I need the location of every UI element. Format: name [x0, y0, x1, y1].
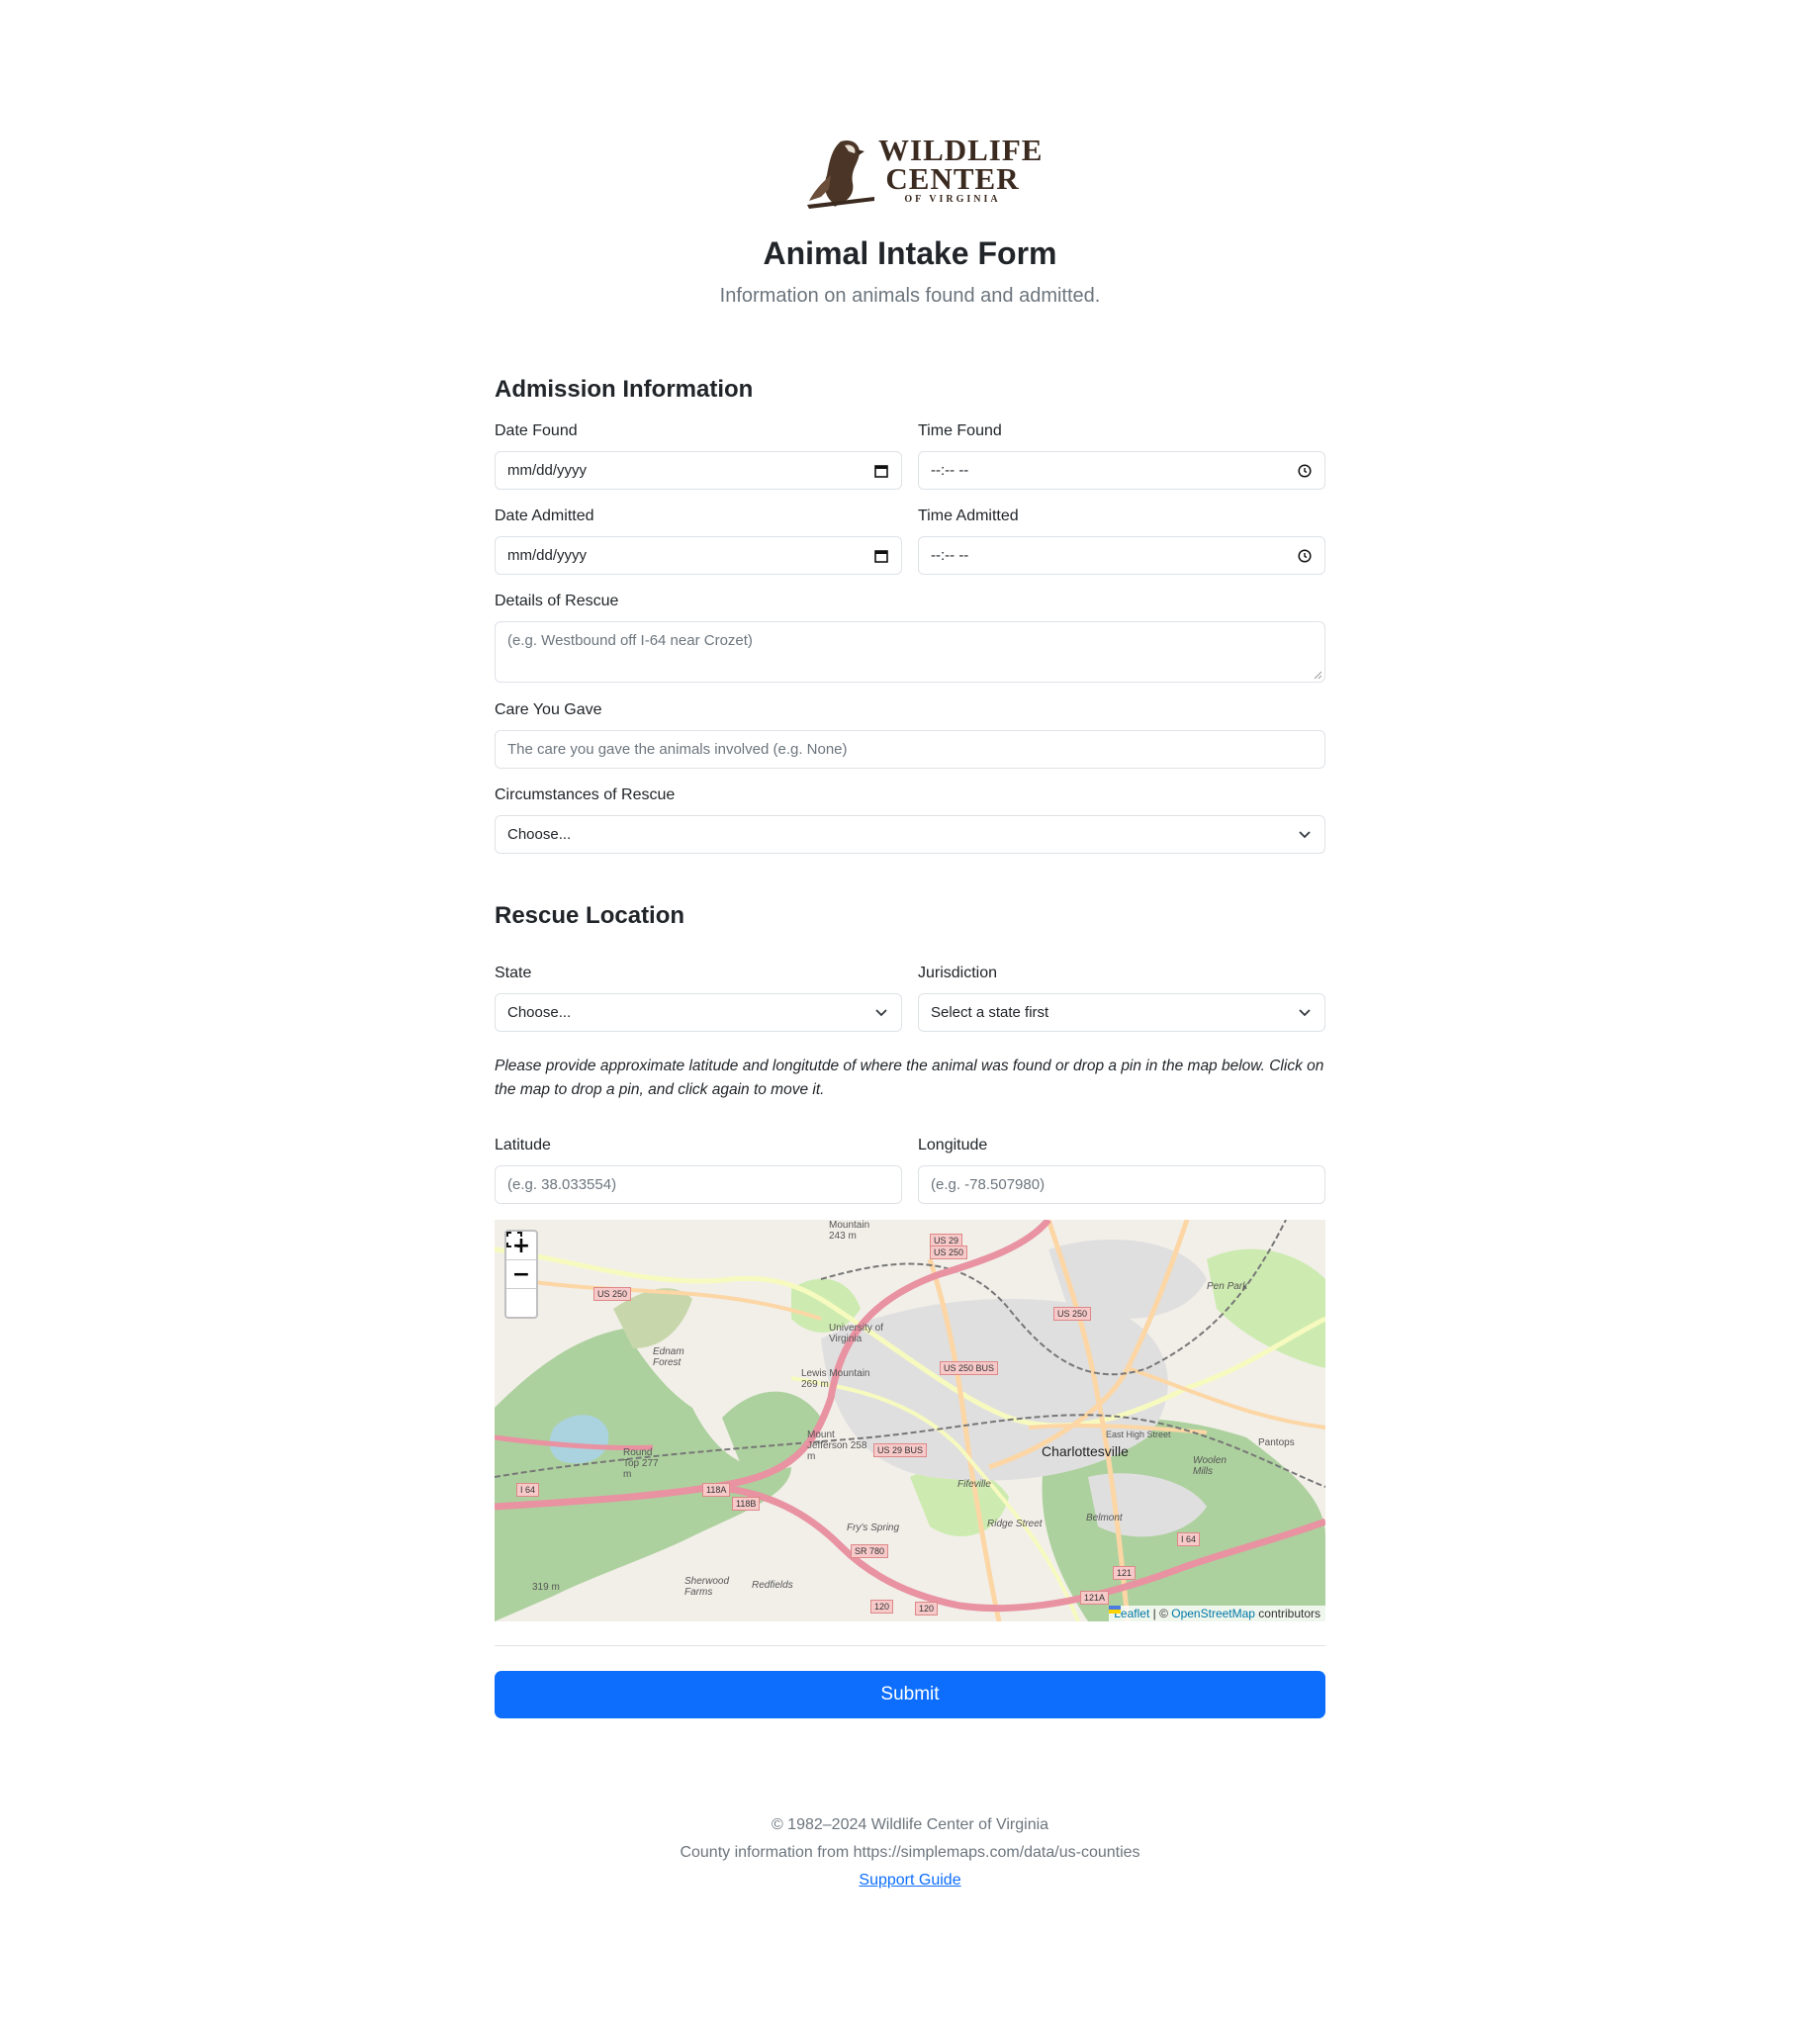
time-admitted-input[interactable]: --:-- -- — [918, 536, 1325, 575]
route-shield: US 250 — [1053, 1307, 1092, 1321]
circumstances-select[interactable]: Choose... — [495, 815, 1325, 854]
place-label: Redfields — [752, 1580, 793, 1591]
route-shield: SR 780 — [851, 1544, 889, 1558]
place-label: Fifeville — [957, 1479, 991, 1490]
fullscreen-button[interactable] — [506, 1232, 536, 1317]
logo-text: WILDLIFE CENTER OF VIRGINIA — [878, 135, 1042, 207]
longitude-placeholder: (e.g. -78.507980) — [931, 1176, 1046, 1193]
route-shield: I 64 — [1177, 1532, 1201, 1546]
route-shield: 121 — [1113, 1566, 1137, 1580]
state-label: State — [495, 965, 532, 981]
time-found-input[interactable]: --:-- -- — [918, 451, 1325, 490]
peak-label: Mount Jefferson 258 m — [807, 1430, 867, 1462]
route-shield: 121A — [1080, 1591, 1110, 1605]
date-found-label: Date Found — [495, 422, 578, 439]
date-found-input[interactable]: mm/dd/yyyy — [495, 451, 902, 490]
zoom-out-button[interactable]: − — [506, 1260, 536, 1289]
place-label: Sherwood Farms — [684, 1576, 730, 1598]
admission-heading: Admission Information — [495, 376, 754, 403]
route-shield: US 29 BUS — [873, 1443, 928, 1457]
longitude-label: Longitude — [918, 1137, 988, 1153]
chevron-down-icon — [1297, 1005, 1313, 1021]
city-label: Charlottesville — [1042, 1443, 1129, 1459]
time-found-label: Time Found — [918, 422, 1002, 439]
attribution-separator: | © — [1149, 1607, 1172, 1620]
route-shield: US 250 — [593, 1287, 632, 1301]
date-found-value: mm/dd/yyyy — [507, 462, 588, 479]
clock-icon[interactable] — [1297, 548, 1313, 564]
submit-button[interactable]: Submit — [495, 1671, 1325, 1718]
latitude-label: Latitude — [495, 1137, 551, 1153]
circumstances-label: Circumstances of Rescue — [495, 786, 676, 803]
peak-label: Lewis Mountain 269 m — [801, 1368, 870, 1390]
place-label: Woolen Mills — [1193, 1455, 1227, 1477]
footer-support: Support Guide — [495, 1872, 1325, 1890]
fullscreen-icon — [506, 1232, 522, 1247]
calendar-icon[interactable] — [873, 463, 889, 479]
date-admitted-value: mm/dd/yyyy — [507, 547, 588, 564]
route-shield: 118B — [732, 1497, 761, 1511]
chevron-down-icon — [1297, 827, 1313, 843]
place-label: Ednam Forest — [653, 1346, 684, 1368]
place-label: Ridge Street — [987, 1519, 1043, 1529]
support-guide-link[interactable]: Support Guide — [859, 1872, 960, 1889]
place-label: Pantops — [1258, 1437, 1295, 1448]
date-admitted-label: Date Admitted — [495, 508, 594, 524]
time-admitted-label: Time Admitted — [918, 508, 1019, 524]
chevron-down-icon — [873, 1005, 889, 1021]
route-shield: 120 — [915, 1602, 939, 1615]
footer-copyright: © 1982–2024 Wildlife Center of Virginia — [771, 1816, 1049, 1833]
route-shield: US 250 BUS — [940, 1361, 999, 1375]
peak-label: Round Top 277 m — [623, 1447, 659, 1480]
ukraine-flag-icon — [1109, 1606, 1122, 1614]
calendar-icon[interactable] — [873, 548, 889, 564]
map-tiles[interactable] — [495, 1220, 1325, 1621]
details-placeholder: (e.g. Westbound off I-64 near Crozet) — [507, 632, 753, 649]
place-label: Fry's Spring — [847, 1522, 900, 1533]
care-label: Care You Gave — [495, 701, 602, 718]
route-shield: US 250 — [930, 1246, 968, 1259]
resize-handle-icon[interactable] — [1313, 670, 1322, 680]
place-label: Belmont — [1086, 1513, 1123, 1523]
page-subtitle: Information on animals found and admitte… — [719, 285, 1101, 307]
jurisdiction-select[interactable]: Select a state first — [918, 993, 1325, 1032]
divider — [495, 1645, 1325, 1646]
care-input[interactable]: The care you gave the animals involved (… — [495, 730, 1325, 769]
map-attribution: Leaflet | © OpenStreetMap contributors — [1109, 1606, 1325, 1621]
location-heading: Rescue Location — [495, 902, 685, 929]
time-admitted-value: --:-- -- — [931, 547, 969, 564]
details-label: Details of Rescue — [495, 593, 619, 609]
page-title: Animal Intake Form — [763, 235, 1057, 271]
location-instructions: Please provide approximate latitude and … — [495, 1058, 1324, 1098]
jurisdiction-value: Select a state first — [931, 1004, 1049, 1021]
date-admitted-input[interactable]: mm/dd/yyyy — [495, 536, 902, 575]
jurisdiction-label: Jurisdiction — [918, 965, 998, 981]
circumstances-value: Choose... — [507, 826, 572, 843]
peak-label: 319 m — [532, 1582, 560, 1593]
route-shield: I 64 — [516, 1483, 540, 1497]
route-shield: 120 — [870, 1600, 894, 1614]
state-value: Choose... — [507, 1004, 572, 1021]
street-label: East High Street — [1106, 1430, 1171, 1439]
footer-county-info: County information from https://simplema… — [680, 1844, 1140, 1861]
place-label: University of Virginia — [829, 1323, 884, 1344]
map-zoom-controls: + − — [504, 1230, 538, 1319]
openstreetmap-link[interactable]: OpenStreetMap — [1171, 1607, 1255, 1620]
place-label: Pen Park — [1207, 1281, 1248, 1292]
attribution-tail: contributors — [1254, 1607, 1320, 1620]
time-found-value: --:-- -- — [931, 462, 969, 479]
latitude-input[interactable]: (e.g. 38.033554) — [495, 1165, 902, 1204]
longitude-input[interactable]: (e.g. -78.507980) — [918, 1165, 1325, 1204]
latitude-placeholder: (e.g. 38.033554) — [507, 1176, 617, 1193]
route-shield: 118A — [702, 1483, 731, 1497]
peak-label: Mountain 243 m — [829, 1220, 870, 1242]
care-placeholder: The care you gave the animals involved (… — [507, 741, 848, 758]
hawk-icon — [807, 139, 874, 209]
rescue-location-map[interactable]: US 250 US 29 US 250 US 250 US 250 BUS US… — [495, 1220, 1325, 1621]
clock-icon[interactable] — [1297, 463, 1313, 479]
state-select[interactable]: Choose... — [495, 993, 902, 1032]
logo-line-2: CENTER — [885, 161, 1020, 196]
wildlife-center-logo: WILDLIFE CENTER OF VIRGINIA — [801, 135, 1042, 215]
details-textarea[interactable]: (e.g. Westbound off I-64 near Crozet) — [495, 621, 1325, 683]
